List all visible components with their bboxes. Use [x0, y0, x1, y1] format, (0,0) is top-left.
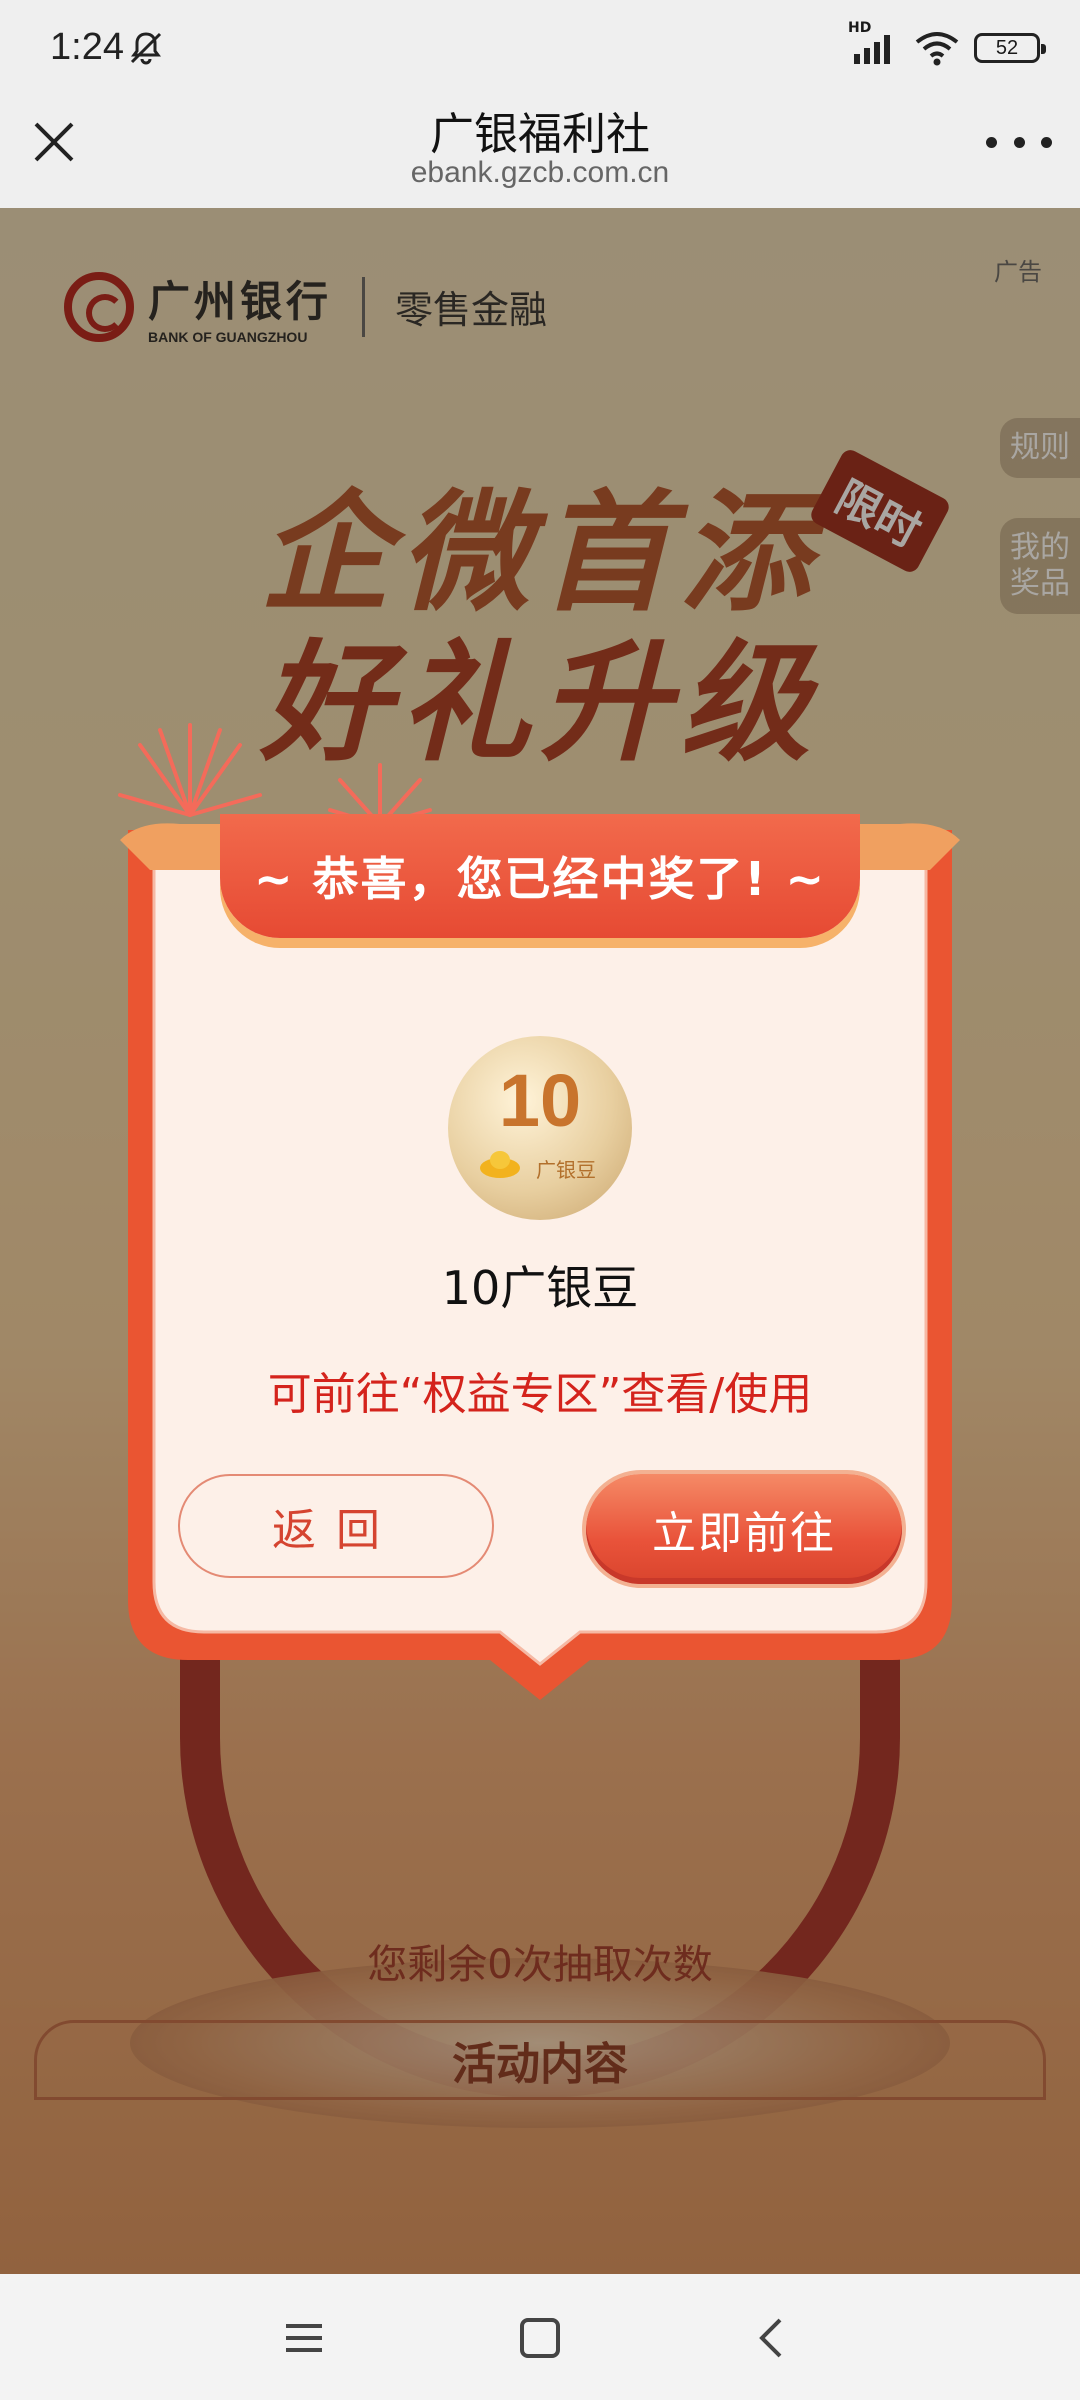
hd-label: HD: [848, 20, 872, 36]
prize-modal: ~ 恭喜，您已经中奖了! ~ 10 广银豆 10广银豆 可前往“权益专区”查看/…: [120, 810, 960, 1720]
go-now-button[interactable]: 立即前往: [586, 1474, 902, 1584]
modal-banner: ~ 恭喜，您已经中奖了! ~: [220, 814, 860, 938]
system-nav-bar: [0, 2274, 1080, 2400]
coin-value: 10: [498, 1059, 582, 1142]
prize-hint: 可前往“权益专区”查看/使用: [267, 1369, 813, 1420]
battery-indicator: 52: [974, 33, 1046, 63]
page-title: 广银福利社: [430, 109, 650, 160]
back-button[interactable]: 返回: [178, 1474, 494, 1578]
browser-bar: 广银福利社 ebank.gzcb.com.cn: [0, 90, 1080, 208]
wifi-icon: [915, 32, 959, 66]
back-icon[interactable]: [744, 2310, 800, 2366]
bean-icon: [480, 1151, 520, 1178]
mute-icon: [130, 32, 162, 65]
prize-name: 10广银豆: [441, 1261, 639, 1315]
menu-icon[interactable]: [276, 2310, 332, 2366]
congrats-text: ~ 恭喜，您已经中奖了! ~: [253, 852, 827, 906]
more-icon[interactable]: [986, 124, 1052, 160]
signal-icon: HD: [848, 20, 900, 66]
prize-coin: 10 广银豆: [448, 1036, 632, 1220]
coin-label: 广银豆: [536, 1158, 596, 1182]
page-url: ebank.gzcb.com.cn: [410, 156, 670, 189]
status-time: 1:24: [50, 26, 124, 68]
home-icon[interactable]: [512, 2310, 568, 2366]
status-bar: 1:24 HD 52: [0, 0, 1080, 90]
status-icons: HD 52: [848, 20, 1046, 68]
